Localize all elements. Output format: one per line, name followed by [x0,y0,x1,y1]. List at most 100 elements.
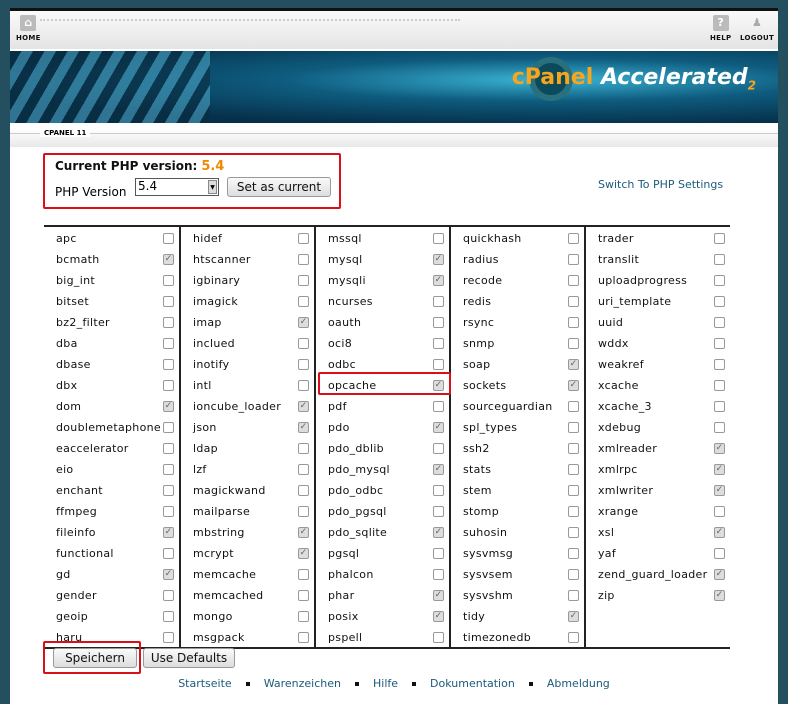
extension-checkbox[interactable] [568,569,579,580]
extension-checkbox[interactable] [714,275,725,286]
extension-checkbox[interactable]: ✓ [714,569,725,580]
extension-checkbox[interactable]: ✓ [714,527,725,538]
extension-checkbox[interactable] [568,401,579,412]
extension-checkbox[interactable] [714,380,725,391]
switch-to-php-settings-link[interactable]: Switch To PHP Settings [598,178,723,191]
extension-checkbox[interactable] [714,506,725,517]
extension-checkbox[interactable] [568,296,579,307]
extension-checkbox[interactable] [298,380,309,391]
extension-checkbox[interactable] [433,338,444,349]
extension-checkbox[interactable] [714,233,725,244]
extension-checkbox[interactable] [298,275,309,286]
home-button[interactable]: ⌂ HOME [16,15,41,42]
php-version-select[interactable]: 5.4 ▼ [135,178,219,196]
extension-checkbox[interactable] [433,506,444,517]
extension-checkbox[interactable] [568,233,579,244]
extension-checkbox[interactable]: ✓ [714,485,725,496]
extension-checkbox[interactable] [298,338,309,349]
extension-checkbox[interactable]: ✓ [433,527,444,538]
extension-checkbox[interactable] [298,296,309,307]
extension-checkbox[interactable] [163,590,174,601]
footer-link[interactable]: Startseite [178,677,232,690]
extension-checkbox[interactable] [298,506,309,517]
extension-checkbox[interactable] [568,506,579,517]
extension-checkbox[interactable] [568,485,579,496]
extension-checkbox[interactable] [163,485,174,496]
footer-link[interactable]: Abmeldung [547,677,610,690]
extension-checkbox[interactable] [433,443,444,454]
use-defaults-button[interactable]: Use Defaults [143,648,235,668]
extension-checkbox[interactable] [163,548,174,559]
extension-checkbox[interactable] [298,485,309,496]
extension-checkbox[interactable]: ✓ [568,359,579,370]
extension-checkbox[interactable] [163,422,174,433]
extension-checkbox[interactable]: ✓ [163,569,174,580]
extension-checkbox[interactable] [568,548,579,559]
extension-checkbox[interactable]: ✓ [568,611,579,622]
extension-checkbox[interactable] [163,464,174,475]
extension-checkbox[interactable] [298,359,309,370]
extension-checkbox[interactable]: ✓ [433,464,444,475]
extension-checkbox[interactable] [568,464,579,475]
extension-checkbox[interactable] [163,611,174,622]
extension-checkbox[interactable]: ✓ [298,548,309,559]
extension-checkbox[interactable]: ✓ [298,317,309,328]
footer-link[interactable]: Warenzeichen [264,677,341,690]
extension-checkbox[interactable] [714,422,725,433]
extension-checkbox[interactable] [568,422,579,433]
extension-checkbox[interactable]: ✓ [433,590,444,601]
extension-checkbox[interactable] [298,443,309,454]
extension-checkbox[interactable] [714,338,725,349]
extension-checkbox[interactable] [163,233,174,244]
extension-checkbox[interactable] [433,569,444,580]
extension-checkbox[interactable]: ✓ [163,527,174,538]
extension-checkbox[interactable] [714,296,725,307]
extension-checkbox[interactable] [163,317,174,328]
extension-checkbox[interactable] [163,380,174,391]
extension-checkbox[interactable] [568,275,579,286]
extension-checkbox[interactable] [163,506,174,517]
extension-checkbox[interactable]: ✓ [433,422,444,433]
extension-checkbox[interactable]: ✓ [714,590,725,601]
extension-checkbox[interactable] [433,317,444,328]
extension-checkbox[interactable] [568,590,579,601]
help-button[interactable]: ? HELP [710,15,731,42]
extension-checkbox[interactable] [433,359,444,370]
extension-checkbox[interactable]: ✓ [298,422,309,433]
extension-checkbox[interactable] [163,296,174,307]
extension-checkbox[interactable] [163,632,174,643]
extension-checkbox[interactable] [163,443,174,454]
extension-checkbox[interactable] [433,485,444,496]
extension-checkbox[interactable] [298,611,309,622]
extension-checkbox[interactable] [433,632,444,643]
extension-checkbox[interactable]: ✓ [433,611,444,622]
set-as-current-button[interactable]: Set as current [227,177,331,197]
extension-checkbox[interactable] [568,338,579,349]
extension-checkbox[interactable] [298,590,309,601]
extension-checkbox[interactable]: ✓ [433,275,444,286]
extension-checkbox[interactable] [298,464,309,475]
extension-checkbox[interactable] [163,359,174,370]
extension-checkbox[interactable] [568,443,579,454]
logout-button[interactable]: ♟ LOGOUT [740,15,774,42]
extension-checkbox[interactable] [714,254,725,265]
footer-link[interactable]: Hilfe [373,677,398,690]
extension-checkbox[interactable] [714,317,725,328]
extension-checkbox[interactable] [714,401,725,412]
extension-checkbox[interactable] [298,254,309,265]
extension-checkbox[interactable]: ✓ [163,401,174,412]
extension-checkbox[interactable]: ✓ [433,254,444,265]
extension-checkbox[interactable]: ✓ [298,527,309,538]
extension-checkbox[interactable]: ✓ [714,464,725,475]
extension-checkbox[interactable] [298,233,309,244]
extension-checkbox[interactable] [714,548,725,559]
extension-checkbox[interactable] [298,632,309,643]
extension-checkbox[interactable] [433,548,444,559]
extension-checkbox[interactable] [568,632,579,643]
extension-checkbox[interactable]: ✓ [163,254,174,265]
extension-checkbox[interactable] [163,275,174,286]
extension-checkbox[interactable]: ✓ [568,380,579,391]
extension-checkbox[interactable] [568,254,579,265]
extension-checkbox[interactable] [433,233,444,244]
extension-checkbox[interactable] [568,317,579,328]
